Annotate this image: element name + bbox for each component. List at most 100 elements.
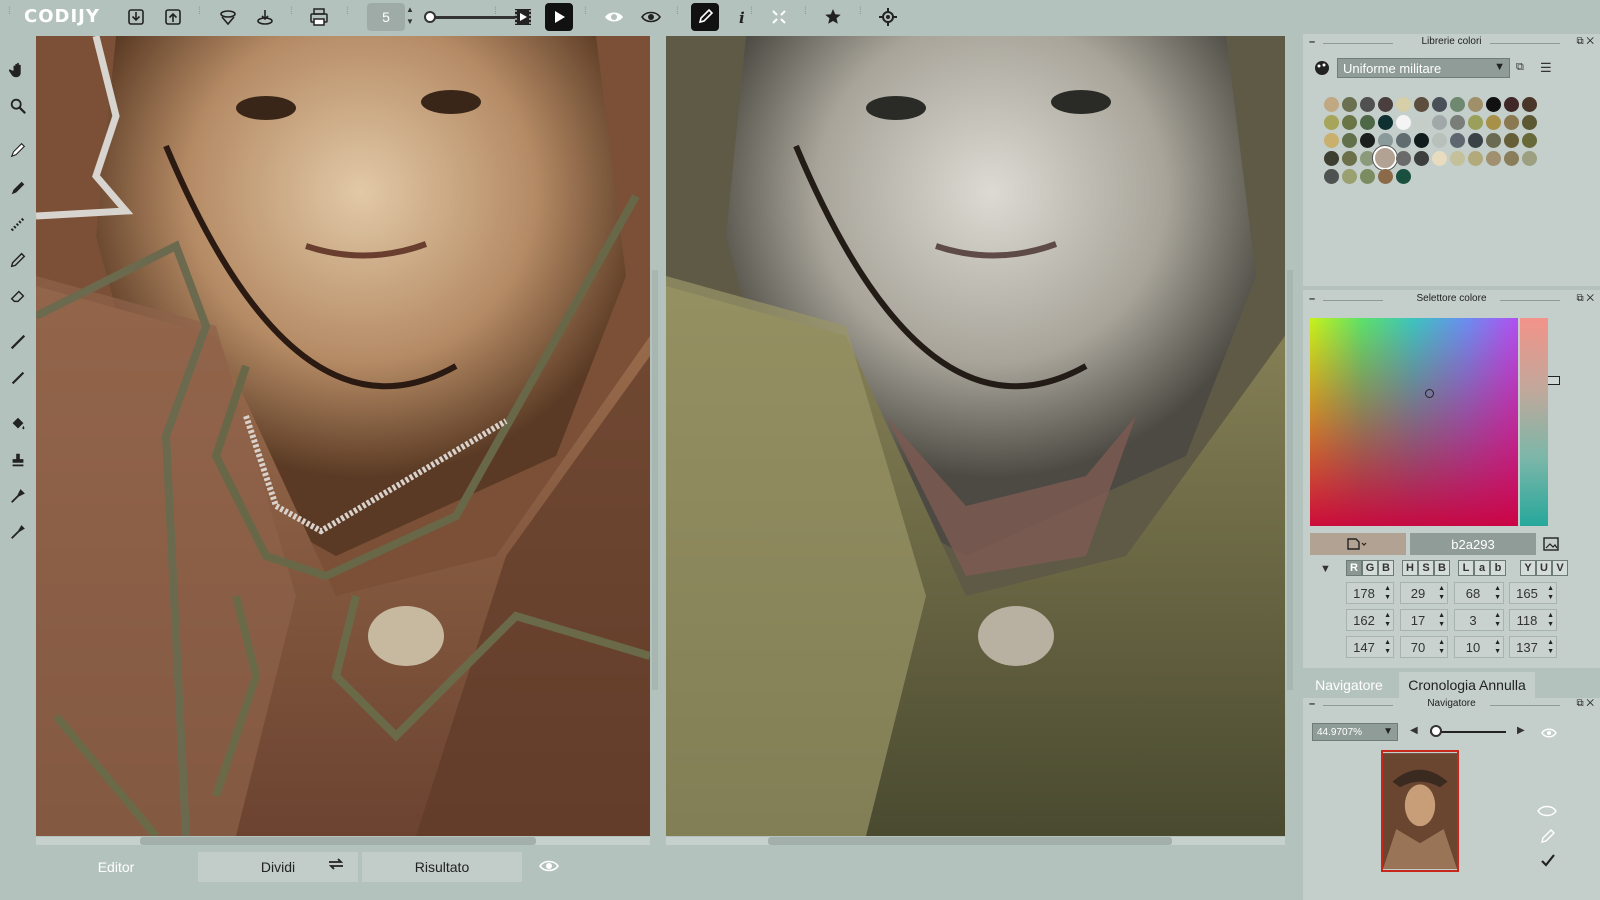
editor-horizontal-scroll-thumb[interactable] [140,837,536,845]
color-swatch[interactable] [1504,151,1519,166]
mode-l[interactable]: L [1458,560,1474,576]
color-value-field[interactable]: 10 ▲ ▼ [1454,636,1504,658]
color-value-field[interactable]: 162 ▲ ▼ [1346,609,1394,631]
editor-canvas[interactable] [36,36,650,836]
value-stepper[interactable]: ▲ ▼ [1384,638,1391,656]
expand-triangle-icon[interactable]: ▼ [1320,563,1331,575]
color-swatch[interactable] [1486,151,1501,166]
value-stepper[interactable]: ▲ ▼ [1438,638,1445,656]
value-stepper[interactable]: ▲ ▼ [1494,611,1501,629]
pencil-tool-icon[interactable] [6,248,30,272]
brush-size-field[interactable]: 5 [367,3,405,31]
lab-mode[interactable]: L a b [1458,560,1506,578]
mode-s[interactable]: S [1418,560,1434,576]
print-icon[interactable] [305,3,333,31]
save-icon[interactable] [251,3,279,31]
color-swatch[interactable] [1324,133,1339,148]
color-swatch[interactable] [1396,169,1411,184]
zoom-tool-icon[interactable] [6,94,30,118]
current-color-swatch[interactable] [1310,533,1406,555]
swap-icon[interactable] [326,856,346,875]
tab-risultato[interactable]: Risultato [362,852,522,882]
hue-slider-handle[interactable] [1548,376,1560,385]
color-swatch[interactable] [1414,133,1429,148]
mode-g[interactable]: G [1362,560,1378,576]
color-value-field[interactable]: 68 ▲ ▼ [1454,582,1504,604]
color-swatch[interactable] [1522,115,1537,130]
toolbar-grip[interactable]: ⁞ [584,7,590,25]
color-swatch[interactable] [1432,151,1447,166]
saturation-value-field[interactable] [1310,318,1518,526]
tab-editor[interactable]: Editor [36,852,196,882]
toolbar-grip[interactable]: ⁞ [198,7,204,25]
edit-icon[interactable] [1540,828,1556,849]
toolbar-grip[interactable]: ⁞ [750,7,756,25]
color-swatch[interactable] [1378,169,1393,184]
color-swatch[interactable] [1396,115,1411,130]
image-picker-icon[interactable] [1543,537,1559,556]
mode-h[interactable]: H [1402,560,1418,576]
toolbar-grip[interactable]: ⁞ [290,7,296,25]
value-stepper[interactable]: ▲ ▼ [1494,584,1501,602]
collapse-icon[interactable]: – [1309,36,1315,48]
collapse-icon[interactable]: – [1309,698,1315,710]
eyedropper-tool-icon[interactable] [6,520,30,544]
color-swatch[interactable] [1450,151,1465,166]
mode-lab-b[interactable]: b [1490,560,1506,576]
mode-a[interactable]: a [1474,560,1490,576]
color-marker[interactable] [1425,389,1434,398]
zoom-in-icon[interactable]: ▶ [1517,725,1525,736]
pencil-mode-icon[interactable] [691,3,719,31]
color-value-field[interactable]: 178 ▲ ▼ [1346,582,1394,604]
view-toggle-icon[interactable] [637,3,665,31]
color-swatch[interactable] [1378,115,1393,130]
settings-icon[interactable] [874,3,902,31]
color-swatch[interactable] [1486,133,1501,148]
hex-input[interactable]: b2a293 [1410,533,1536,555]
result-horizontal-scroll-thumb[interactable] [768,837,1172,845]
mode-r[interactable]: R [1346,560,1362,576]
color-swatch[interactable] [1468,115,1483,130]
toolbar-grip[interactable]: ⁞ [859,7,865,25]
library-float-icon[interactable]: ⧉ [1516,61,1524,74]
value-stepper[interactable]: ▲ ▼ [1547,611,1554,629]
color-swatch[interactable] [1378,97,1393,112]
color-swatch[interactable] [1450,133,1465,148]
color-swatch[interactable] [1324,151,1339,166]
color-swatch[interactable] [1360,115,1375,130]
panel-float-close-icons[interactable]: ⧉ ✕ [1576,36,1594,47]
color-swatch[interactable] [1522,97,1537,112]
color-swatch[interactable] [1396,133,1411,148]
color-value-field[interactable]: 29 ▲ ▼ [1400,582,1448,604]
value-stepper[interactable]: ▲ ▼ [1494,638,1501,656]
color-pick-tool-icon[interactable] [6,484,30,508]
value-stepper[interactable]: ▲ ▼ [1547,638,1554,656]
color-swatch[interactable] [1504,133,1519,148]
zoom-select[interactable]: 44.9707% ▼ [1312,723,1398,741]
filmstrip-icon[interactable] [509,3,537,31]
color-value-field[interactable]: 17 ▲ ▼ [1400,609,1448,631]
color-value-field[interactable]: 165 ▲ ▼ [1509,582,1557,604]
effects-icon[interactable] [819,3,847,31]
navigator-thumbnail[interactable] [1381,750,1459,872]
color-swatch[interactable] [1324,97,1339,112]
color-value-field[interactable]: 137 ▲ ▼ [1509,636,1557,658]
eye-icon[interactable] [600,3,628,31]
fill-tool-icon[interactable] [6,412,30,436]
toolbar-grip[interactable]: ⁞ [804,7,810,25]
color-value-field[interactable]: 118 ▲ ▼ [1509,609,1557,631]
panel-float-close-icons[interactable]: ⧉ ✕ [1576,293,1594,304]
color-swatch[interactable] [1504,115,1519,130]
toolbar-grip[interactable]: ⁞ [8,7,14,25]
color-swatch[interactable] [1342,133,1357,148]
color-swatch[interactable] [1522,151,1537,166]
color-swatch[interactable] [1360,169,1375,184]
result-canvas[interactable] [666,36,1285,836]
color-value-field[interactable]: 147 ▲ ▼ [1346,636,1394,658]
color-swatch[interactable] [1468,151,1483,166]
stamp-tool-icon[interactable] [6,448,30,472]
recolor-icon[interactable] [214,3,242,31]
marker-tool-icon[interactable] [6,138,30,162]
color-swatch[interactable] [1432,133,1447,148]
mode-u[interactable]: U [1536,560,1552,576]
